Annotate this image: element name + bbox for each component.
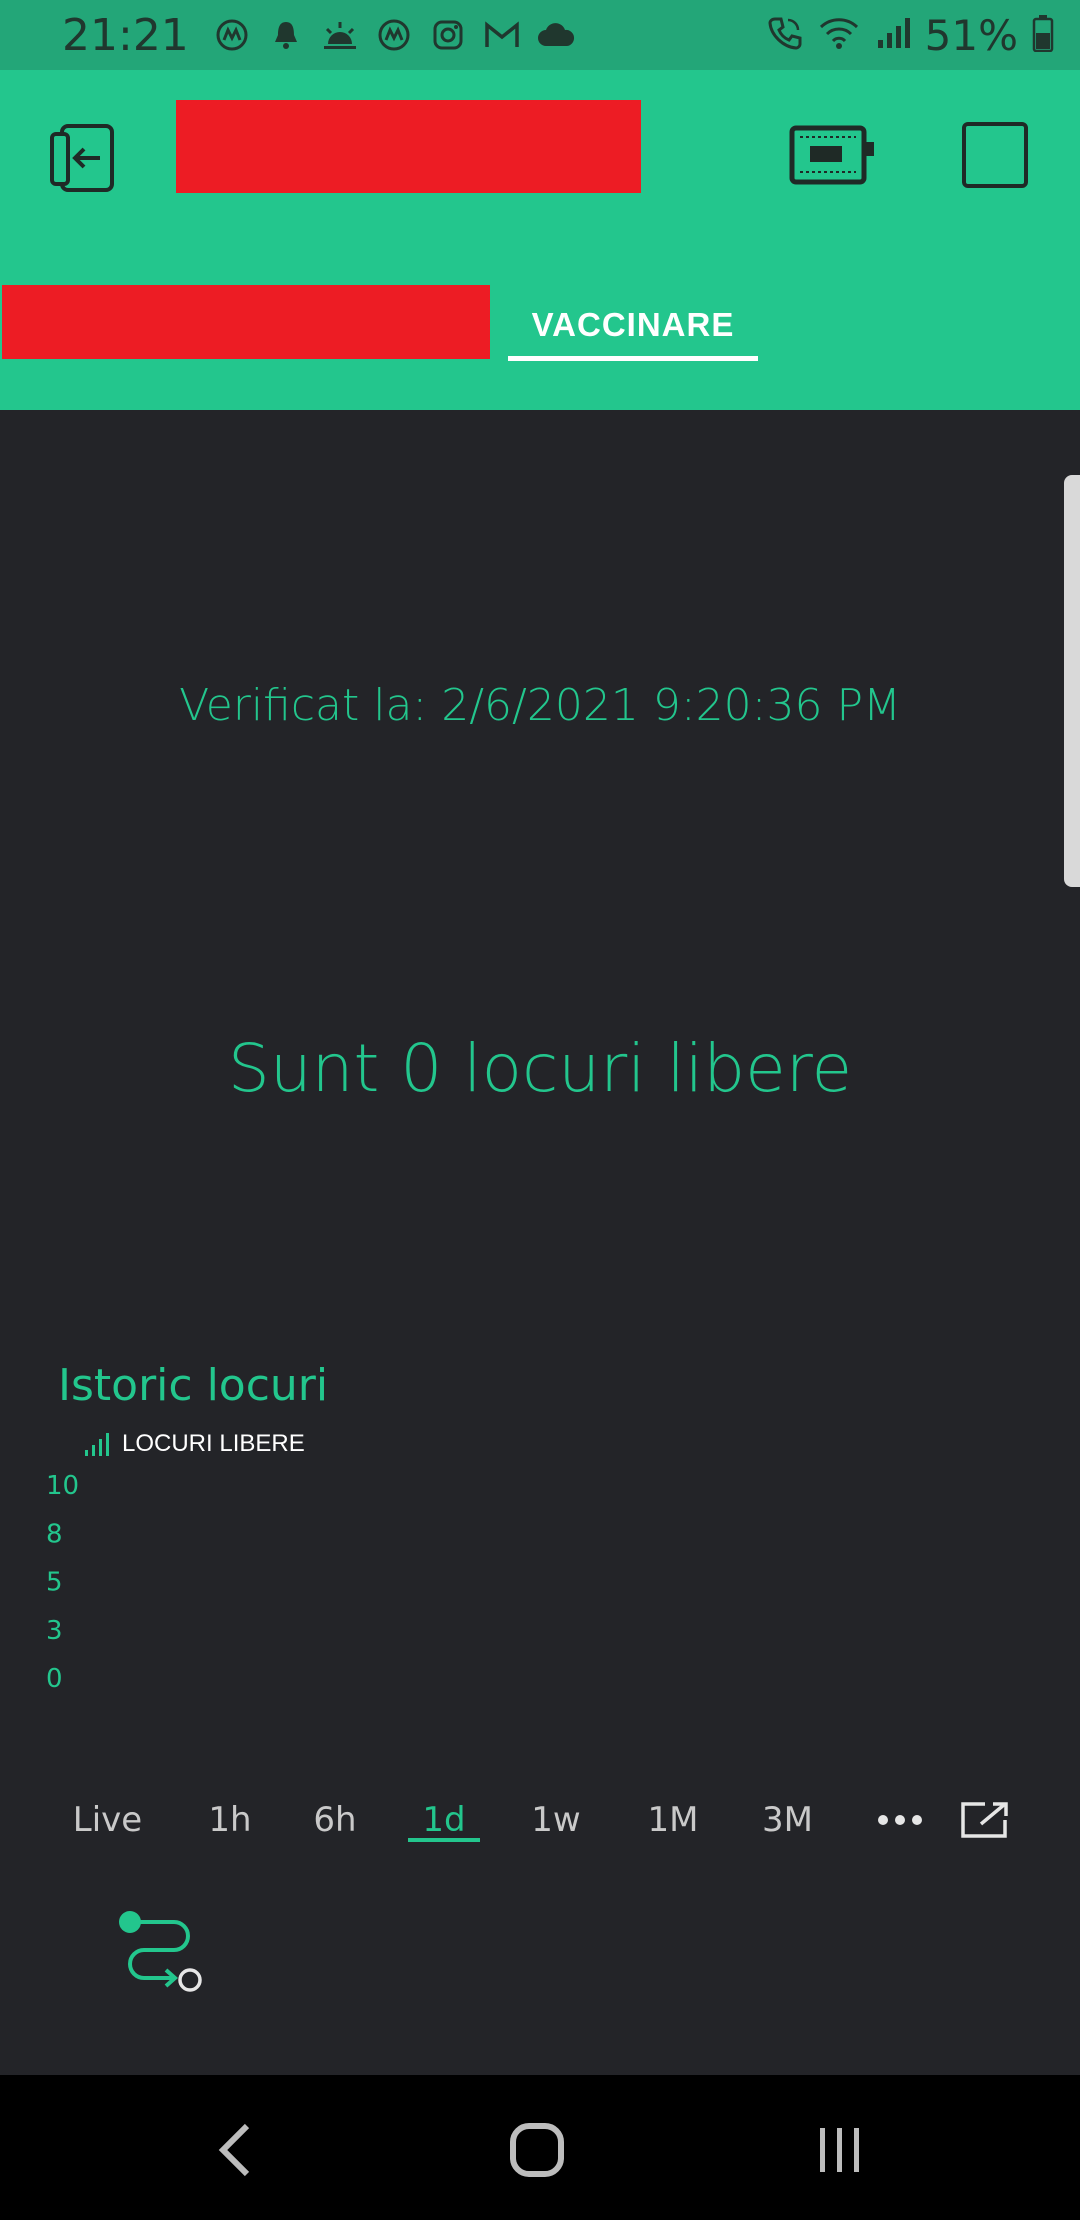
- weather-icon: [321, 16, 359, 54]
- active-range-indicator: [408, 1838, 480, 1842]
- bar-chart-icon: [85, 1433, 109, 1456]
- status-right: 51%: [767, 11, 1054, 60]
- bell-icon: [267, 16, 305, 54]
- range-6h[interactable]: 6h: [300, 1785, 370, 1855]
- coinmarketcap-icon: [375, 16, 413, 54]
- app-header: VACCINARE: [0, 70, 1080, 410]
- active-tab-indicator: [508, 356, 758, 361]
- status-bar: 21:21 51%: [0, 0, 1080, 70]
- exit-icon: [50, 124, 114, 192]
- battery-icon: [1032, 14, 1054, 56]
- battery-percentage: 51%: [924, 10, 1018, 60]
- system-navbar: [0, 2075, 1080, 2220]
- export-icon: [961, 1802, 1008, 1838]
- fullscreen-button[interactable]: [962, 122, 1028, 188]
- back-button[interactable]: [46, 120, 122, 196]
- free-spots-label: Sunt 0 locuri libere: [227, 1030, 853, 1107]
- more-options-button[interactable]: [872, 1785, 928, 1855]
- cloud-icon: [537, 16, 575, 54]
- y-tick-label: 5: [46, 1568, 63, 1598]
- nav-recents-button[interactable]: [800, 2115, 880, 2185]
- gmail-icon: [483, 16, 521, 54]
- range-1h[interactable]: 1h: [195, 1785, 265, 1855]
- home-icon: [510, 2123, 564, 2177]
- export-button[interactable]: [955, 1785, 1015, 1855]
- project-title-redacted: [176, 100, 641, 193]
- time-range-bar: Live 1h 6h 1d 1w 1M 3M: [0, 1785, 1080, 1865]
- notification-icons: [213, 16, 575, 54]
- wifi-icon: [817, 15, 861, 55]
- chart-title: Istoric locuri: [58, 1360, 329, 1411]
- device-icon: [789, 125, 874, 185]
- instagram-icon: [429, 16, 467, 54]
- coinmarketcap-icon: [213, 16, 251, 54]
- legend-label: LOCURI LIBERE: [122, 1430, 305, 1457]
- y-tick-label: 8: [46, 1519, 63, 1549]
- workflow-icon: [119, 1911, 202, 1992]
- history-chart: 10 8 5 3 0: [46, 1471, 79, 1690]
- nav-home-button[interactable]: [497, 2115, 577, 2185]
- range-3m[interactable]: 3M: [745, 1785, 830, 1855]
- nav-back-button[interactable]: [195, 2115, 275, 2185]
- back-chevron-icon: [218, 2123, 250, 2177]
- y-tick-label: 10: [46, 1471, 79, 1501]
- call-icon: [767, 15, 803, 55]
- recents-icon: [820, 2128, 859, 2172]
- verified-timestamp: Verificat la: 2/6/2021 9:20:36 PM: [179, 680, 901, 731]
- device-button[interactable]: [788, 122, 876, 188]
- signal-icon: [875, 16, 911, 54]
- tab-redacted[interactable]: [2, 285, 490, 359]
- range-1w[interactable]: 1w: [520, 1785, 592, 1855]
- dashboard-content: Verificat la: 2/6/2021 9:20:36 PM Sunt 0…: [0, 410, 1080, 2075]
- chart-legend[interactable]: LOCURI LIBERE: [84, 1430, 305, 1458]
- range-1m[interactable]: 1M: [633, 1785, 713, 1855]
- range-1d[interactable]: 1d: [408, 1785, 480, 1855]
- range-live[interactable]: Live: [60, 1785, 155, 1855]
- flow-widget[interactable]: [118, 1910, 202, 2000]
- more-dots-icon: [878, 1815, 922, 1825]
- y-tick-label: 0: [46, 1664, 63, 1690]
- y-tick-label: 3: [46, 1616, 63, 1646]
- tab-vaccinare[interactable]: VACCINARE: [508, 285, 758, 365]
- status-time: 21:21: [62, 9, 189, 61]
